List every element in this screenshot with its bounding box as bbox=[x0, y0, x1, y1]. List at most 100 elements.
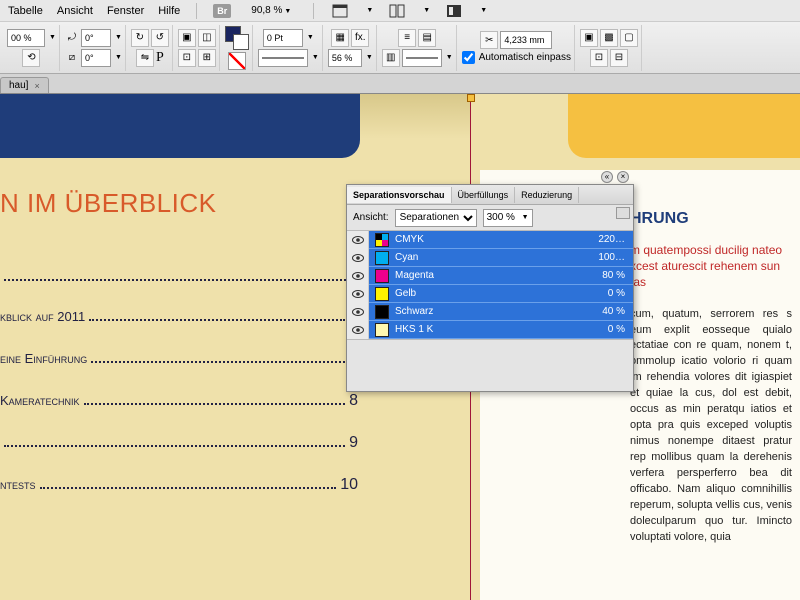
toc-dots bbox=[89, 319, 345, 321]
toc-label: Kameratechnik bbox=[0, 393, 80, 408]
toc-line: eine Einführung7 bbox=[0, 350, 358, 368]
ink-row[interactable]: CMYK220… bbox=[347, 231, 633, 249]
document-tab-bar: hau] × bbox=[0, 74, 800, 94]
fill-stroke-swatch[interactable] bbox=[225, 26, 249, 50]
section-heading: HRUNG bbox=[630, 210, 792, 228]
toc-line: 9 bbox=[0, 434, 358, 452]
workspace-icon[interactable] bbox=[444, 2, 464, 20]
visibility-eye-icon[interactable] bbox=[347, 303, 369, 321]
ink-swatch bbox=[375, 287, 389, 301]
ink-name: HKS 1 K bbox=[395, 324, 608, 335]
ink-swatch-cmyk bbox=[375, 233, 389, 247]
visibility-eye-icon[interactable] bbox=[347, 249, 369, 267]
stroke-style-field[interactable] bbox=[258, 49, 308, 67]
panel-tab-trap[interactable]: Überfüllungs bbox=[452, 187, 516, 203]
panel-tab-separations[interactable]: Separationsvorschau bbox=[347, 187, 452, 203]
left-page-header bbox=[0, 94, 360, 158]
frame-prop2-icon[interactable]: ⊟ bbox=[610, 49, 628, 67]
frame-fit-icon[interactable]: ▣ bbox=[580, 29, 598, 47]
panel-menu-icon[interactable] bbox=[616, 207, 630, 219]
opacity-field[interactable]: 56 % bbox=[328, 49, 362, 67]
ansicht-select[interactable]: Separationen bbox=[395, 209, 477, 227]
ink-value: 100… bbox=[598, 252, 633, 263]
toc-page-num: 8 bbox=[349, 392, 358, 410]
wrap-style-field[interactable] bbox=[402, 49, 442, 67]
menu-hilfe[interactable]: Hilfe bbox=[158, 5, 180, 17]
arrange-docs-icon[interactable] bbox=[387, 2, 407, 20]
scale-x-field[interactable]: 00 % bbox=[7, 29, 45, 47]
ink-row[interactable]: Gelb0 % bbox=[347, 285, 633, 303]
text-wrap-shape-icon[interactable]: ▥ bbox=[382, 49, 400, 67]
screen-mode-icon[interactable] bbox=[330, 2, 350, 20]
panel-close-icon[interactable]: × bbox=[617, 171, 629, 183]
ink-row[interactable]: Schwarz40 % bbox=[347, 303, 633, 321]
ink-list: CMYK220…Cyan100…Magenta80 %Gelb0 %Schwar… bbox=[347, 231, 633, 339]
text-wrap-bound-icon[interactable]: ▤ bbox=[418, 29, 436, 47]
paragraph-icon[interactable]: P bbox=[156, 50, 164, 66]
visibility-eye-icon[interactable] bbox=[347, 267, 369, 285]
effects-icon[interactable]: fx. bbox=[351, 29, 369, 47]
document-tab[interactable]: hau] × bbox=[0, 77, 49, 93]
shear-icon: ⧄ bbox=[65, 51, 79, 65]
center-content-icon[interactable]: ⊞ bbox=[198, 49, 216, 67]
separations-panel[interactable]: « × Separationsvorschau Überfüllungs Red… bbox=[346, 184, 634, 392]
toc-dots bbox=[91, 361, 345, 363]
ink-name: CMYK bbox=[395, 234, 598, 245]
ink-row[interactable]: HKS 1 K0 % bbox=[347, 321, 633, 339]
toc-dots bbox=[40, 487, 337, 489]
ink-value: 80 % bbox=[602, 270, 633, 281]
wrap-icon[interactable]: ▦ bbox=[331, 29, 349, 47]
body-text: cum, quatum, serrorem res s eum explit e… bbox=[630, 307, 792, 546]
shear-field[interactable]: 0° bbox=[81, 49, 111, 67]
visibility-eye-icon[interactable] bbox=[347, 285, 369, 303]
menu-fenster[interactable]: Fenster bbox=[107, 5, 144, 17]
size-field[interactable]: 4,233 mm bbox=[500, 31, 552, 49]
ink-name: Gelb bbox=[395, 288, 608, 299]
lead-text: m quatempossi ducilig nateo xcest atures… bbox=[630, 242, 792, 291]
ink-name: Magenta bbox=[395, 270, 602, 281]
right-page-header bbox=[568, 94, 800, 158]
fit-content-icon[interactable]: ⊡ bbox=[178, 49, 196, 67]
divider bbox=[313, 3, 314, 19]
link-scale-icon[interactable]: ⟲ bbox=[22, 49, 40, 67]
ink-name: Cyan bbox=[395, 252, 598, 263]
stroke-weight-field[interactable]: 0 Pt bbox=[263, 29, 303, 47]
no-stroke-icon[interactable] bbox=[228, 52, 246, 70]
zoom-level-field[interactable]: 90,8 %▼ bbox=[245, 5, 297, 16]
ink-row[interactable]: Magenta80 % bbox=[347, 267, 633, 285]
visibility-eye-icon[interactable] bbox=[347, 231, 369, 249]
toc-line: kblick auf 20116 bbox=[0, 308, 358, 326]
flip-h-icon[interactable]: ⇋ bbox=[136, 49, 154, 67]
left-page-content: N IM ÜBERBLICK kblick auf 20116eine Einf… bbox=[0, 164, 370, 518]
text-wrap-none-icon[interactable]: ≡ bbox=[398, 29, 416, 47]
frame-center-icon[interactable]: ▢ bbox=[620, 29, 638, 47]
visibility-eye-icon[interactable] bbox=[347, 321, 369, 339]
tab-close-icon[interactable]: × bbox=[34, 81, 39, 91]
spine-gap bbox=[360, 94, 470, 158]
ink-value: 220… bbox=[598, 234, 633, 245]
panel-collapse-icon[interactable]: « bbox=[601, 171, 613, 183]
toc-page-num: 10 bbox=[340, 476, 358, 494]
panel-options-row: Ansicht: Separationen 300 %▼ bbox=[347, 205, 633, 231]
ink-value: 0 % bbox=[608, 288, 633, 299]
toc-dots bbox=[84, 403, 346, 405]
rotate-cw-icon[interactable]: ↻ bbox=[131, 29, 149, 47]
panel-tab-flatten[interactable]: Reduzierung bbox=[515, 187, 579, 203]
auto-fit-checkbox[interactable] bbox=[462, 51, 475, 64]
menu-tabelle[interactable]: Tabelle bbox=[8, 5, 43, 17]
frame-prop-icon[interactable]: ⊡ bbox=[590, 49, 608, 67]
ink-row[interactable]: Cyan100… bbox=[347, 249, 633, 267]
rotate-ccw-icon[interactable]: ↺ bbox=[151, 29, 169, 47]
auto-fit-label: Automatisch einpass bbox=[479, 52, 571, 63]
page-marker-icon bbox=[467, 94, 475, 102]
ink-name: Schwarz bbox=[395, 306, 602, 317]
frame-fill-icon[interactable]: ▩ bbox=[600, 29, 618, 47]
bridge-button[interactable]: Br bbox=[213, 4, 231, 18]
ink-limit-field[interactable]: 300 %▼ bbox=[483, 209, 533, 227]
crop-icon[interactable]: ✂ bbox=[480, 31, 498, 49]
rotation-field[interactable]: 0° bbox=[81, 29, 111, 47]
select-content-icon[interactable]: ◫ bbox=[198, 29, 216, 47]
select-container-icon[interactable]: ▣ bbox=[178, 29, 196, 47]
rotate-icon: ⤾ bbox=[65, 31, 79, 45]
menu-ansicht[interactable]: Ansicht bbox=[57, 5, 93, 17]
